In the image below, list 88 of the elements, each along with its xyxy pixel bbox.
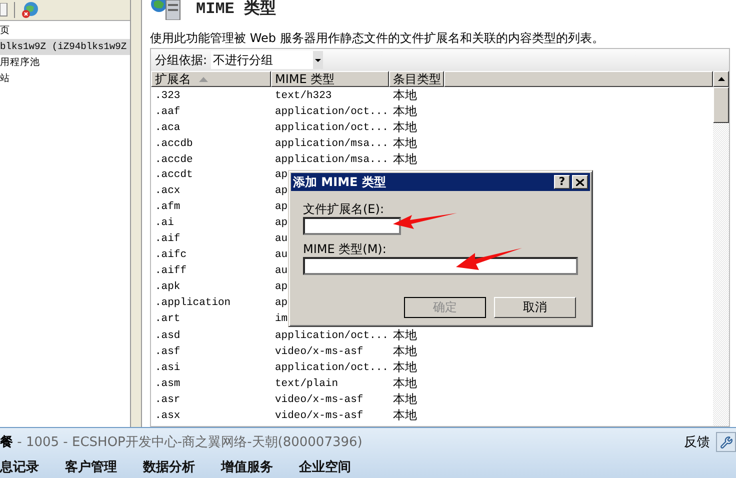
- scroll-up-button[interactable]: [713, 71, 729, 87]
- table-cell: ap: [275, 297, 288, 309]
- mime-type-label: MIME 类型(M):: [303, 241, 386, 257]
- tree-item[interactable]: 页: [0, 23, 130, 39]
- server-icon: [150, 0, 182, 20]
- table-cell: video/x-ms-asf: [275, 410, 364, 422]
- table-cell: au: [275, 249, 288, 261]
- table-cell: au: [275, 265, 288, 277]
- table-cell: .asi: [155, 362, 180, 374]
- table-cell: 本地: [393, 119, 417, 136]
- table-cell: .asr: [155, 394, 180, 406]
- dialog-title: 添加 MIME 类型: [293, 174, 386, 190]
- close-icon: [576, 178, 584, 186]
- table-cell: .asm: [155, 378, 180, 390]
- table-cell: .afm: [155, 201, 180, 213]
- up-arrow-icon: [718, 77, 724, 81]
- table-cell: ap: [275, 201, 288, 213]
- table-cell: application/oct...: [275, 330, 388, 342]
- table-cell: ap: [275, 281, 288, 293]
- table-cell: .application: [155, 297, 231, 309]
- table-cell: .asf: [155, 346, 180, 358]
- column-header[interactable]: 条目类型: [389, 71, 444, 87]
- table-cell: video/x-ms-asf: [275, 346, 364, 358]
- table-cell: 本地: [393, 359, 417, 376]
- table-cell: 本地: [393, 327, 417, 344]
- table-cell: application/oct...: [275, 362, 388, 374]
- table-cell: .accdb: [155, 138, 193, 150]
- table-cell: .aifc: [155, 249, 187, 261]
- table-cell: 本地: [393, 151, 417, 168]
- table-cell: .aiff: [155, 265, 187, 277]
- nav-tab[interactable]: 客户管理: [65, 458, 117, 476]
- table-cell: ap: [275, 169, 288, 181]
- group-by-select[interactable]: 不进行分组: [211, 51, 324, 69]
- close-button[interactable]: [572, 175, 588, 189]
- caret-icon: [313, 51, 324, 69]
- nav-tab[interactable]: 企业空间: [299, 458, 351, 476]
- tree-item[interactable]: blks1w9Z (iZ94blks1w9Z: [0, 39, 130, 55]
- table-cell: .accdt: [155, 169, 193, 181]
- table-cell: .accde: [155, 154, 193, 166]
- document-icon[interactable]: [0, 3, 8, 17]
- table-cell: .asd: [155, 330, 180, 342]
- table-cell: 本地: [393, 375, 417, 392]
- table-cell: application/msa...: [275, 154, 388, 166]
- tree-item[interactable]: 用程序池: [0, 55, 130, 71]
- table-cell: .apk: [155, 281, 180, 293]
- table-cell: .ai: [155, 217, 174, 229]
- settings-button[interactable]: [716, 432, 736, 452]
- table-cell: 本地: [393, 135, 417, 152]
- table-cell: im: [275, 313, 288, 325]
- table-cell: .asx: [155, 410, 180, 422]
- annotation-arrow: [455, 247, 523, 271]
- extension-label: 文件扩展名(E):: [303, 201, 384, 217]
- table-cell: .aca: [155, 122, 180, 134]
- nav-tab[interactable]: 数据分析: [143, 458, 195, 476]
- column-header[interactable]: MIME 类型: [271, 71, 389, 87]
- table-cell: text/h323: [275, 90, 332, 102]
- table-cell: 本地: [393, 103, 417, 120]
- sort-icon: [199, 76, 208, 82]
- table-cell: ap: [275, 217, 288, 229]
- group-by-label: 分组依据:: [155, 52, 208, 68]
- chat-title: 餐 - 1005 - ECSHOP开发中心-商之翼网络-天朝(800007396): [0, 434, 362, 451]
- table-cell: 本地: [393, 343, 417, 360]
- table-cell: .acx: [155, 185, 180, 197]
- page-description: 使用此功能管理被 Web 服务器用作静态文件的文件扩展名和关联的内容类型的列表。: [150, 30, 605, 47]
- table-cell: application/oct...: [275, 122, 388, 134]
- table-cell: .323: [155, 90, 180, 102]
- table-cell: video/x-ms-asf: [275, 394, 364, 406]
- table-cell: application/msa...: [275, 138, 388, 150]
- cancel-button[interactable]: 取消: [494, 297, 576, 318]
- table-cell: au: [275, 233, 288, 245]
- tree-item[interactable]: 站: [0, 71, 130, 87]
- table-cell: application/oct...: [275, 106, 388, 118]
- table-cell: .art: [155, 313, 180, 325]
- table-cell: 本地: [393, 87, 417, 104]
- column-header[interactable]: 扩展名: [151, 71, 271, 87]
- nav-tab[interactable]: 增值服务: [221, 458, 273, 476]
- feedback-link[interactable]: 反馈: [684, 433, 710, 451]
- extension-input[interactable]: [303, 217, 401, 235]
- globe-icon[interactable]: [21, 1, 39, 19]
- table-cell: 本地: [393, 407, 417, 424]
- table-cell: 本地: [393, 391, 417, 408]
- table-cell: text/plain: [275, 378, 338, 390]
- table-cell: .aif: [155, 233, 180, 245]
- mime-type-input[interactable]: [303, 257, 578, 275]
- annotation-arrow: [392, 212, 458, 230]
- table-cell: .aaf: [155, 106, 180, 118]
- help-button[interactable]: ?: [554, 175, 570, 189]
- table-cell: ap: [275, 185, 288, 197]
